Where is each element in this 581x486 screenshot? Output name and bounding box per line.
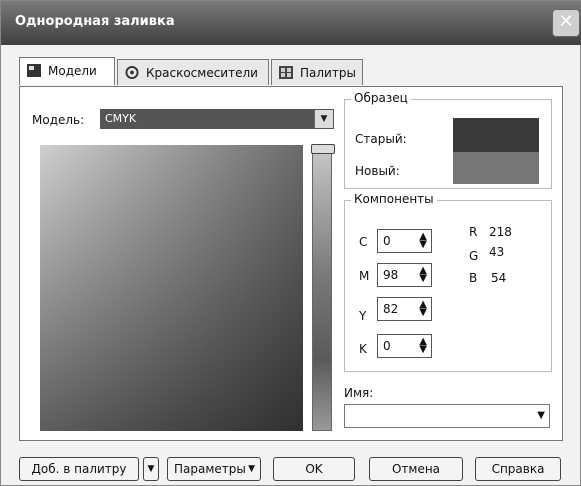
tab-mixers-label: Краскосмесители <box>146 66 258 80</box>
component-r-value: 218 <box>489 225 512 239</box>
components-group-title: Компоненты <box>351 192 437 206</box>
chevron-down-icon: ▼ <box>147 464 155 474</box>
window-title: Однородная заливка <box>15 14 175 29</box>
component-y-label: Y <box>359 309 367 323</box>
component-m-spinner[interactable]: 98 ▲ ▼ <box>377 263 432 287</box>
component-g-value: 43 <box>489 245 505 259</box>
help-button[interactable]: Справка <box>475 457 561 481</box>
component-g-label: G <box>469 249 479 263</box>
component-c-value: 0 <box>383 234 391 248</box>
title-bar: Однородная заливка ✕ <box>1 1 581 45</box>
tab-palettes-label: Палитры <box>300 66 356 80</box>
add-to-palette-button[interactable]: Доб. в палитру <box>19 457 139 481</box>
component-c-label: C <box>359 235 368 249</box>
component-m-value: 98 <box>383 268 399 282</box>
cancel-button[interactable]: Отмена <box>369 457 463 481</box>
component-k-label: K <box>359 342 367 356</box>
close-icon: ✕ <box>558 11 574 32</box>
component-r-label: R <box>469 225 478 239</box>
component-c-spinner[interactable]: 0 ▲ ▼ <box>377 229 432 253</box>
old-color-label: Старый: <box>355 132 407 146</box>
sample-group: Образец Старый: Новый: <box>344 91 552 189</box>
uniform-fill-dialog: Однородная заливка ✕ Модели Краскосмесит… <box>0 0 581 486</box>
mixers-icon <box>125 66 139 79</box>
models-icon <box>27 64 41 77</box>
model-select[interactable]: CMYK ▼ <box>100 109 334 129</box>
model-label: Модель: <box>32 113 85 127</box>
parameters-label: Параметры <box>174 462 246 476</box>
chevron-down-icon: ▼ <box>248 464 255 474</box>
sample-group-title: Образец <box>351 91 411 105</box>
component-k-value: 0 <box>383 339 391 353</box>
name-select[interactable]: ▼ <box>344 404 550 428</box>
model-select-value: CMYK <box>105 112 137 125</box>
slider-thumb[interactable] <box>311 144 335 154</box>
component-m-label: M <box>359 269 370 283</box>
palettes-icon <box>279 66 293 79</box>
component-k-spinner[interactable]: 0 ▲ ▼ <box>377 334 432 358</box>
add-to-palette-dropdown[interactable]: ▼ <box>143 457 159 481</box>
tab-models-label: Модели <box>48 64 97 78</box>
component-b-label: B <box>469 271 478 285</box>
chevron-down-icon[interactable]: ▼ <box>314 110 333 128</box>
spinner-arrows-icon[interactable]: ▲ ▼ <box>419 232 427 250</box>
component-y-spinner[interactable]: 82 ▲ ▼ <box>377 297 432 321</box>
chevron-down-icon[interactable]: ▼ <box>537 410 545 421</box>
spinner-arrows-icon[interactable]: ▲ ▼ <box>419 337 427 355</box>
hue-slider[interactable] <box>311 144 335 431</box>
tab-panel-models: Модель: CMYK ▼ Образец Старый: Новый: Ко… <box>19 86 563 441</box>
component-y-value: 82 <box>383 302 399 316</box>
tab-models[interactable]: Модели <box>19 57 115 85</box>
new-color-swatch <box>453 152 539 184</box>
tab-palettes[interactable]: Палитры <box>271 59 363 85</box>
color-field[interactable] <box>40 145 303 431</box>
spinner-arrows-icon[interactable]: ▲ ▼ <box>419 266 427 284</box>
close-button[interactable]: ✕ <box>552 9 580 37</box>
new-color-label: Новый: <box>355 164 400 178</box>
components-group: Компоненты C 0 ▲ ▼ M 98 ▲ ▼ Y 82 ▲ ▼ K 0 ▲ ▼… <box>344 192 552 372</box>
old-color-swatch <box>453 118 539 152</box>
tab-mixers[interactable]: Краскосмесители <box>117 59 269 85</box>
name-label: Имя: <box>344 386 374 400</box>
spinner-arrows-icon[interactable]: ▲ ▼ <box>419 300 427 318</box>
parameters-button[interactable]: Параметры ▼ <box>167 457 261 481</box>
ok-button[interactable]: OK <box>273 457 355 481</box>
component-b-value: 54 <box>491 271 507 285</box>
